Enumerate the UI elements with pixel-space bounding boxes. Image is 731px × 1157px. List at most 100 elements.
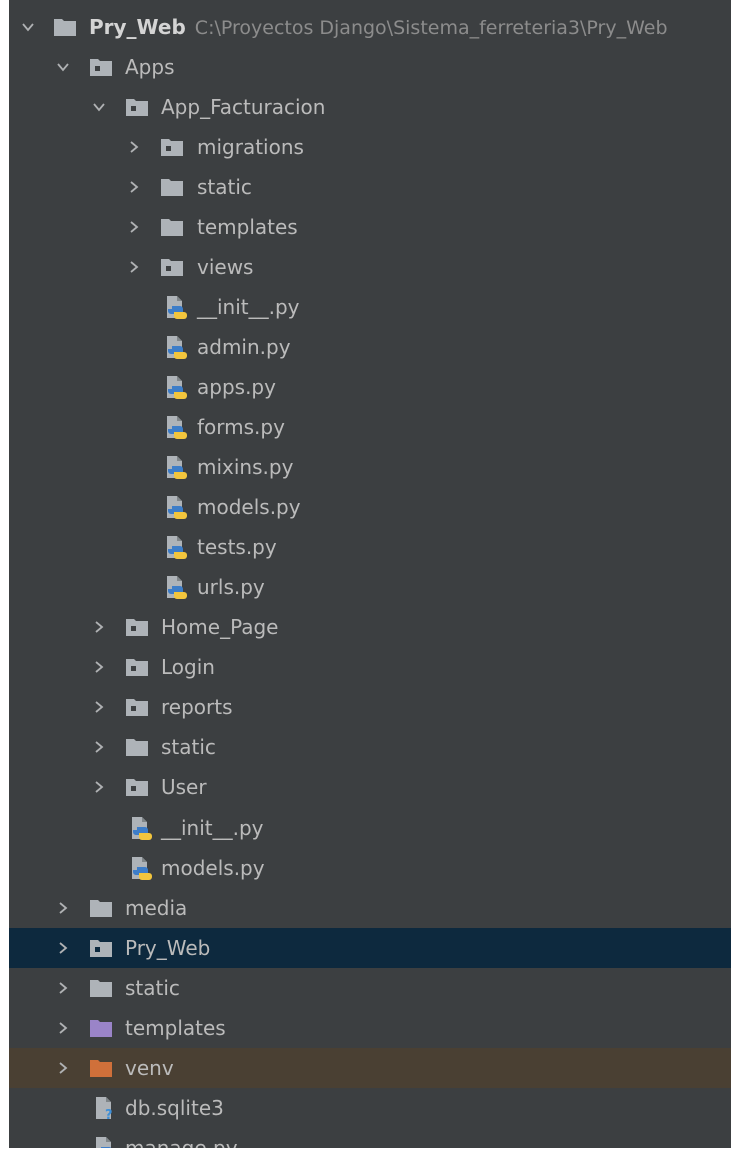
tree-node-user[interactable]: User xyxy=(9,767,731,807)
tree-node-reports[interactable]: reports xyxy=(9,687,731,727)
chevron-down-icon[interactable] xyxy=(53,57,73,77)
chevron-right-icon[interactable] xyxy=(53,938,73,958)
node-label: __init__.py xyxy=(197,295,300,319)
chevron-right-icon[interactable] xyxy=(89,737,109,757)
package-folder-icon xyxy=(89,55,113,79)
tree-file-apps-init[interactable]: __init__.py xyxy=(9,808,731,848)
tree-file-forms[interactable]: forms.py xyxy=(9,407,731,447)
node-label: User xyxy=(161,775,207,799)
python-file-icon xyxy=(164,335,188,359)
node-label: models.py xyxy=(161,856,265,880)
tree-file-manage[interactable]: manage.py xyxy=(9,1128,731,1148)
tree-node-home-page[interactable]: Home_Page xyxy=(9,607,731,647)
package-folder-icon xyxy=(160,255,184,279)
tree-node-migrations[interactable]: migrations xyxy=(9,127,731,167)
python-file-icon xyxy=(164,495,188,519)
package-folder-icon xyxy=(89,936,113,960)
node-label: mixins.py xyxy=(197,455,294,479)
tree-file-apps[interactable]: apps.py xyxy=(9,367,731,407)
tree-node-root[interactable]: Pry_Web C:\Proyectos Django\Sistema_ferre… xyxy=(9,7,731,47)
chevron-right-icon[interactable] xyxy=(124,217,144,237)
chevron-right-icon[interactable] xyxy=(89,777,109,797)
node-label: media xyxy=(125,896,188,920)
node-label: models.py xyxy=(197,495,301,519)
chevron-right-icon[interactable] xyxy=(124,177,144,197)
tree-node-app-facturacion[interactable]: App_Facturacion xyxy=(9,87,731,127)
package-folder-icon xyxy=(125,775,149,799)
tree-node-apps-static[interactable]: static xyxy=(9,727,731,767)
node-label: Apps xyxy=(125,55,175,79)
unknown-file-icon: ? xyxy=(93,1096,117,1120)
chevron-right-icon[interactable] xyxy=(124,257,144,277)
tree-node-pry-web-selected[interactable]: Pry_Web xyxy=(9,928,731,968)
folder-icon xyxy=(53,15,77,39)
chevron-down-icon[interactable] xyxy=(89,97,109,117)
tree-node-views[interactable]: views xyxy=(9,247,731,287)
excluded-folder-icon xyxy=(89,1056,113,1080)
chevron-right-icon[interactable] xyxy=(89,657,109,677)
tree-node-media[interactable]: media xyxy=(9,888,731,928)
package-folder-icon xyxy=(125,615,149,639)
node-label: manage.py xyxy=(125,1136,238,1148)
tree-file-admin[interactable]: admin.py xyxy=(9,327,731,367)
folder-icon xyxy=(160,175,184,199)
root-name: Pry_Web xyxy=(89,14,186,39)
templates-folder-icon xyxy=(89,1016,113,1040)
root-path: C:\Proyectos Django\Sistema_ferreteria3\… xyxy=(194,16,668,39)
folder-icon xyxy=(160,215,184,239)
node-label: admin.py xyxy=(197,335,291,359)
tree-file-mixins[interactable]: mixins.py xyxy=(9,447,731,487)
chevron-right-icon[interactable] xyxy=(53,978,73,998)
package-folder-icon xyxy=(125,655,149,679)
chevron-right-icon[interactable] xyxy=(53,898,73,918)
node-label: static xyxy=(161,735,216,759)
node-label: Login xyxy=(161,655,215,679)
chevron-right-icon[interactable] xyxy=(53,1018,73,1038)
python-file-icon xyxy=(129,816,153,840)
chevron-right-icon[interactable] xyxy=(53,1058,73,1078)
node-label: templates xyxy=(125,1016,226,1040)
tree-file-init[interactable]: __init__.py xyxy=(9,287,731,327)
node-label: views xyxy=(197,255,254,279)
node-label: tests.py xyxy=(197,535,277,559)
tree-file-models[interactable]: models.py xyxy=(9,487,731,527)
folder-icon xyxy=(89,896,113,920)
node-label: static xyxy=(125,976,180,1000)
package-folder-icon xyxy=(160,135,184,159)
tree-node-root-static[interactable]: static xyxy=(9,968,731,1008)
tree-node-templates[interactable]: templates xyxy=(9,207,731,247)
folder-icon xyxy=(89,976,113,1000)
python-file-icon xyxy=(164,295,188,319)
package-folder-icon xyxy=(125,95,149,119)
node-label: Home_Page xyxy=(161,615,279,639)
tree-file-db-sqlite3[interactable]: ? db.sqlite3 xyxy=(9,1088,731,1128)
package-folder-icon xyxy=(125,695,149,719)
node-label: templates xyxy=(197,215,298,239)
python-file-icon xyxy=(164,535,188,559)
tree-node-login[interactable]: Login xyxy=(9,647,731,687)
svg-text:?: ? xyxy=(105,1108,113,1120)
node-label: db.sqlite3 xyxy=(125,1096,224,1120)
project-tree-panel: Pry_Web C:\Proyectos Django\Sistema_ferre… xyxy=(9,0,731,1148)
tree-file-tests[interactable]: tests.py xyxy=(9,527,731,567)
tree-node-venv[interactable]: venv xyxy=(9,1048,731,1088)
tree-node-root-templates[interactable]: templates xyxy=(9,1008,731,1048)
chevron-right-icon[interactable] xyxy=(124,137,144,157)
tree-file-apps-models[interactable]: models.py xyxy=(9,848,731,888)
node-label: urls.py xyxy=(197,575,265,599)
node-label: __init__.py xyxy=(161,816,264,840)
python-file-icon xyxy=(93,1136,117,1148)
chevron-right-icon[interactable] xyxy=(89,697,109,717)
python-file-icon xyxy=(164,455,188,479)
chevron-right-icon[interactable] xyxy=(89,617,109,637)
node-label: static xyxy=(197,175,252,199)
tree-node-static[interactable]: static xyxy=(9,167,731,207)
node-label: apps.py xyxy=(197,375,276,399)
tree-file-urls[interactable]: urls.py xyxy=(9,567,731,607)
folder-icon xyxy=(125,735,149,759)
chevron-down-icon[interactable] xyxy=(18,17,38,37)
node-label: migrations xyxy=(197,135,304,159)
node-label: App_Facturacion xyxy=(161,95,326,119)
node-label: reports xyxy=(161,695,233,719)
tree-node-apps[interactable]: Apps xyxy=(9,47,731,87)
